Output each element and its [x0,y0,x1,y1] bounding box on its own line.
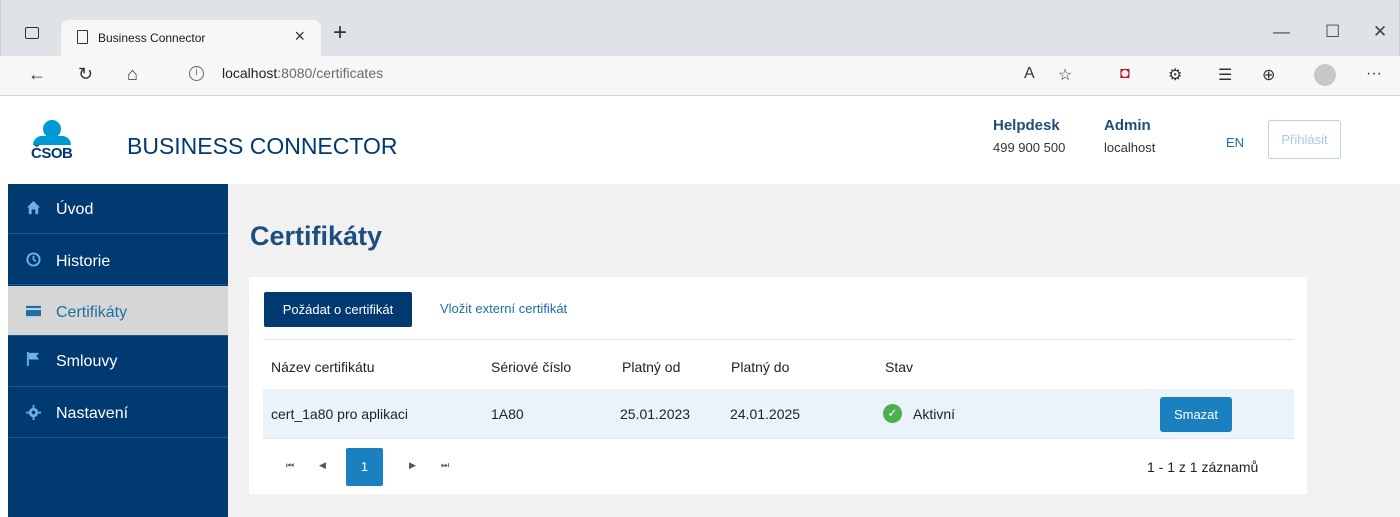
tab-actions-icon[interactable] [25,27,39,39]
maximize-button[interactable]: ☐ [1325,22,1340,42]
login-button[interactable]: Přihlásit [1268,120,1341,159]
cell-status: Aktivní [913,406,956,422]
browser-menu-icon[interactable]: ··· [1366,65,1382,83]
read-aloud-icon[interactable]: A [1024,65,1035,83]
insert-external-certificate-link[interactable]: Vložit externí certifikát [440,301,567,316]
column-header-valid-from[interactable]: Platný od [622,359,680,375]
sidebar-item-uvod[interactable]: Úvod [8,184,228,234]
sidebar-item-nastaveni[interactable]: Nastavení [8,388,228,438]
admin-title: Admin [1104,117,1151,134]
cell-serial: 1A80 [491,406,524,422]
column-header-valid-to[interactable]: Platný do [731,359,789,375]
table-row[interactable]: cert_1a80 pro aplikaci 1A80 25.01.2023 2… [263,389,1294,438]
certificates-card: Požádat o certifikát Vložit externí cert… [249,277,1307,494]
back-icon[interactable]: ← [28,64,46,85]
sidebar-item-label: Historie [56,253,111,270]
close-window-button[interactable]: ✕ [1373,22,1387,42]
sidebar-item-label: Úvod [56,201,94,218]
check-circle-icon: ✓ [883,404,902,423]
last-page-icon[interactable]: ⏭ [441,460,449,471]
clock-icon [26,252,41,267]
cell-valid-from: 25.01.2023 [620,406,691,422]
favorite-add-icon[interactable]: ☆ [1058,65,1072,85]
main-content: Certifikáty Požádat o certifikát Vložit … [228,184,1400,517]
pagination: ⏮ ◀ 1 ▶ ⏭ 1 - 1 z 1 záznamů [263,438,1294,494]
cell-valid-to: 24.01.2025 [730,406,801,422]
favorites-icon[interactable]: ☰ [1218,65,1232,85]
brand-title: BUSINESS CONNECTOR [127,133,398,159]
cell-name: cert_1a80 pro aplikaci [271,406,408,422]
sidebar-item-historie[interactable]: Historie [8,235,228,285]
url-host: localhost [222,65,278,81]
previous-page-icon[interactable]: ◀ [319,460,326,471]
home-icon [26,200,41,215]
sidebar: Úvod Historie Certifikáty Smlouvy Nastav… [8,184,228,517]
browser-address-bar: ← ↻ ⌂ i localhost:8080/certificates A ☆ … [0,56,1400,96]
column-header-name[interactable]: Název certifikátu [271,359,374,375]
browser-tab-bar: Business Connector × + — ☐ ✕ [0,0,1400,56]
helpdesk-phone: 499 900 500 [993,140,1066,155]
collections-icon[interactable]: ⊕ [1262,65,1275,85]
page-title: Certifikáty [250,221,383,251]
column-header-serial[interactable]: Sériové číslo [491,359,571,375]
logo-text: ČSOB [31,145,73,162]
request-certificate-button[interactable]: Požádat o certifikát [264,292,412,327]
language-switch[interactable]: EN [1226,135,1244,150]
csob-logo[interactable]: ČSOB [31,120,75,162]
home-icon[interactable]: ⌂ [127,64,138,85]
card-icon [26,305,41,317]
refresh-icon[interactable]: ↻ [78,64,93,85]
current-page-button[interactable]: 1 [346,448,383,486]
first-page-icon[interactable]: ⏮ [286,460,294,471]
new-tab-button[interactable]: + [333,19,347,47]
app-header: ČSOB BUSINESS CONNECTOR Helpdesk 499 900… [8,97,1400,184]
helpdesk-title: Helpdesk [993,117,1060,134]
browser-tab[interactable]: Business Connector × [61,20,321,56]
extension-shield-icon[interactable]: ◘ [1120,65,1130,83]
url-path: :8080/certificates [277,65,384,81]
sidebar-item-certifikaty[interactable]: Certifikáty [8,286,228,336]
tab-close-icon[interactable]: × [294,26,305,47]
minimize-button[interactable]: — [1273,22,1290,42]
sidebar-item-label: Certifikáty [56,304,128,321]
url-field[interactable]: localhost:8080/certificates [222,65,383,81]
sidebar-item-label: Nastavení [56,405,129,422]
extensions-icon[interactable]: ⚙ [1168,65,1182,85]
table-header: Název certifikátu Sériové číslo Platný o… [263,339,1294,389]
pagination-info: 1 - 1 z 1 záznamů [1147,459,1259,475]
flag-icon [26,351,40,366]
tab-title: Business Connector [98,31,206,45]
delete-button[interactable]: Smazat [1160,397,1232,432]
admin-block: Admin localhost [1104,117,1155,155]
gear-icon [26,405,41,420]
next-page-icon[interactable]: ▶ [409,460,416,471]
column-header-status[interactable]: Stav [885,359,913,375]
page-icon [77,30,88,44]
helpdesk-block: Helpdesk 499 900 500 [993,117,1065,155]
admin-host: localhost [1104,140,1156,155]
site-info-icon[interactable]: i [189,66,204,81]
sidebar-item-label: Smlouvy [56,353,118,370]
logo-body [33,136,71,145]
profile-icon[interactable] [1314,64,1336,86]
sidebar-item-smlouvy[interactable]: Smlouvy [8,337,228,387]
